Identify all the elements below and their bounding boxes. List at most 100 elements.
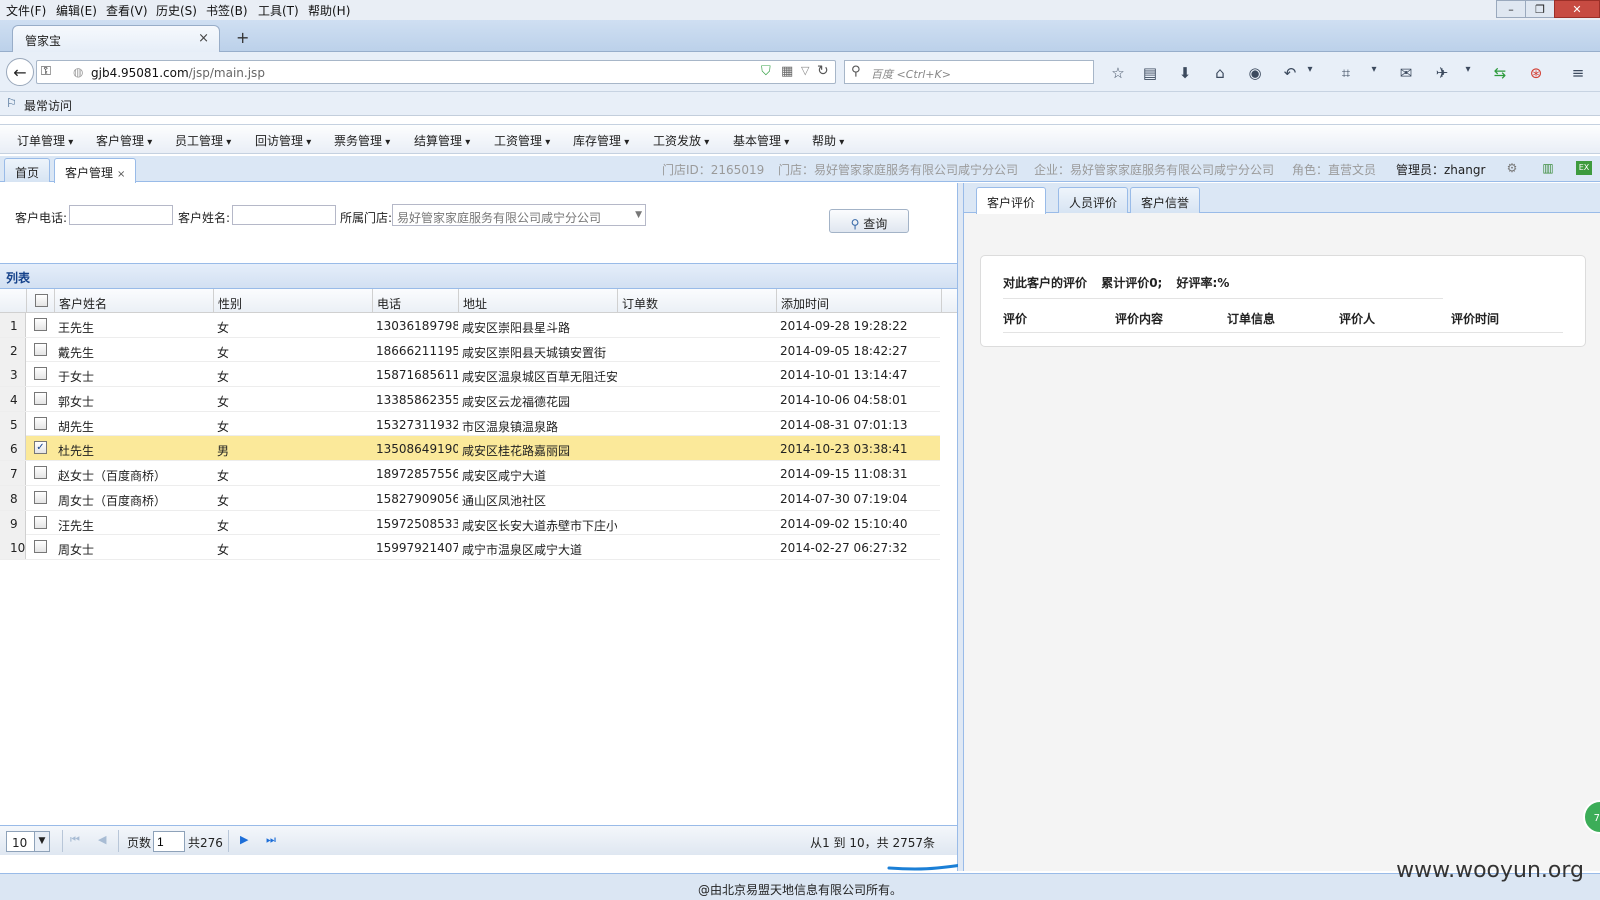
dropdown-icon[interactable]: ▽ [801, 64, 809, 77]
col-address[interactable]: 地址 [458, 289, 617, 313]
evaluation-summary: 对此客户的评价 累计评价0; 好评率:% [1003, 274, 1239, 291]
mouse-gesture-icon[interactable]: ✈ [1432, 64, 1452, 82]
close-tab-icon[interactable]: × [117, 169, 125, 180]
tab-customer-evaluation[interactable]: 客户评价 [976, 187, 1047, 214]
undo-icon[interactable]: ↶ [1280, 64, 1300, 82]
crop-dropdown-icon[interactable]: ▾ [1364, 64, 1384, 75]
close-tab-icon[interactable]: × [198, 31, 209, 46]
home-icon[interactable]: ⌂ [1210, 64, 1230, 82]
query-button[interactable]: ⚲ 查询 [829, 209, 909, 233]
last-page-icon[interactable]: ⏭ [266, 833, 276, 847]
notes-icon[interactable]: ▥ [1540, 161, 1556, 175]
undo-dropdown-icon[interactable]: ▾ [1300, 64, 1320, 75]
addon-icon[interactable]: ⊛ [1526, 64, 1546, 82]
menu-customer-management[interactable]: 客户管理 [96, 132, 152, 149]
tab-home[interactable]: 首页 [4, 158, 51, 182]
table-row[interactable]: 1 王先生 女 13036189798 咸安区崇阳县星斗路 2014-09-28 19:2… [0, 313, 940, 338]
reload-icon[interactable]: ↻ [817, 63, 829, 79]
table-row[interactable]: 5 胡先生 女 15327311932 市区温泉镇温泉路 2014-08-31 07:01… [0, 411, 940, 437]
menu-order-management[interactable]: 订单管理 [17, 132, 73, 149]
table-row[interactable]: 8 周女士（百度商桥） 女 15827909056 通山区凤池社区 2014-07-30 … [0, 485, 940, 511]
reading-list-icon[interactable]: ▤ [1140, 64, 1160, 82]
menu-tools[interactable]: 工具(T) [258, 2, 299, 19]
tab-customer-credit[interactable]: 客户信誉 [1130, 187, 1201, 213]
menu-app-help[interactable]: 帮助 [812, 132, 844, 149]
table-row[interactable]: 3 于女士 女 15871685611 咸安区温泉城区百草无阻迁安 2014-10-01 … [0, 362, 940, 388]
menu-settlement-management[interactable]: 结算管理 [414, 132, 470, 149]
menu-file[interactable]: 文件(F) [6, 2, 46, 19]
menu-payroll-payment[interactable]: 工资发放 [653, 132, 709, 149]
first-page-icon[interactable]: ⏮ [70, 833, 80, 847]
star-icon[interactable]: ☆ [1108, 64, 1128, 82]
menu-staff-management[interactable]: 员工管理 [175, 132, 231, 149]
cell-customer-name: 周女士（百度商桥） [58, 493, 167, 508]
table-row[interactable]: 6 ✓ 杜先生 男 13508649190 咸安区桂花路嘉丽园 2014-10-23 03:… [0, 436, 940, 462]
new-tab-button[interactable]: + [236, 28, 249, 47]
exit-icon[interactable]: EX [1576, 161, 1592, 175]
row-checkbox[interactable]: ✓ [34, 441, 47, 455]
col-customer-name[interactable]: 客户姓名 [54, 289, 213, 313]
table-row[interactable]: 4 郭女士 女 13385862355 咸安区云龙福德花园 2014-10-06 04:5… [0, 387, 940, 412]
gesture-dropdown-icon[interactable]: ▾ [1458, 64, 1478, 75]
customer-name-input[interactable] [232, 205, 336, 225]
hamburger-menu-icon[interactable]: ≡ [1568, 64, 1588, 82]
crop-icon[interactable]: ⌗ [1336, 64, 1356, 82]
menu-bookmarks[interactable]: 书签(B) [206, 2, 248, 19]
back-button[interactable]: ← [6, 58, 34, 86]
shield-icon[interactable]: ⛉ [761, 64, 771, 79]
menu-revisit-management[interactable]: 回访管理 [255, 132, 311, 149]
prev-page-icon[interactable]: ◀ [98, 833, 106, 846]
col-added-time[interactable]: 添加时间 [776, 289, 941, 313]
menu-view[interactable]: 查看(V) [106, 2, 148, 19]
menu-inventory-management[interactable]: 库存管理 [573, 132, 629, 149]
col-gender[interactable]: 性别 [213, 289, 372, 313]
customer-phone-input[interactable] [69, 205, 173, 225]
menu-basic-management[interactable]: 基本管理 [733, 132, 789, 149]
menu-payroll-management[interactable]: 工资管理 [494, 132, 550, 149]
row-checkbox[interactable] [34, 318, 47, 331]
search-bar[interactable]: ⚲ 百度 <Ctrl+K> [844, 60, 1094, 84]
url-bar[interactable]: ⚿ ◍ gjb4.95081.com/jsp/main.jsp ⛉ ▦ ▽ ↻ [36, 60, 836, 84]
row-checkbox[interactable] [34, 416, 47, 430]
download-icon[interactable]: ⬇ [1175, 64, 1195, 82]
panel-splitter[interactable] [958, 183, 964, 871]
menu-edit[interactable]: 编辑(E) [56, 2, 97, 19]
table-row[interactable]: 7 赵女士（百度商桥） 女 18972857556 咸安区咸宁大道 2014-09-15 … [0, 461, 940, 486]
row-checkbox[interactable] [34, 342, 47, 356]
row-checkbox[interactable] [34, 515, 47, 529]
row-checkbox[interactable] [34, 540, 47, 554]
col-phone[interactable]: 电话 [372, 289, 458, 313]
menu-help[interactable]: 帮助(H) [308, 2, 350, 19]
cell-address: 咸安区桂花路嘉丽园 [462, 444, 571, 459]
row-checkbox[interactable] [34, 367, 47, 381]
row-checkbox[interactable] [34, 490, 47, 504]
browser-tab[interactable]: 管家宝 × [12, 25, 220, 52]
table-row[interactable]: 10 周女士 女 15997921407 咸宁市温泉区咸宁大道 2014-02-27 06… [0, 535, 940, 560]
row-checkbox[interactable] [34, 466, 47, 480]
qrcode-icon[interactable]: ▦ [781, 64, 793, 79]
settings-gear-icon[interactable]: ⚙ [1504, 161, 1520, 175]
store-select[interactable]: 易好管家家庭服务有限公司咸宁分公司 ▼ [392, 204, 646, 226]
tab-staff-evaluation[interactable]: 人员评价 [1058, 187, 1129, 213]
bookmark-most-visited[interactable]: 最常访问 [24, 97, 72, 114]
page-number-input[interactable] [153, 831, 185, 852]
chat-icon[interactable]: ◉ [1245, 64, 1265, 82]
select-all-checkbox[interactable] [35, 294, 48, 307]
maximize-button[interactable]: ❐ [1525, 0, 1555, 18]
minimize-button[interactable]: – [1496, 0, 1526, 18]
row-checkbox[interactable] [34, 392, 47, 406]
table-row[interactable]: 9 汪先生 女 15972508533 咸安区长安大道赤壁市下庄小 2014-09-02 … [0, 510, 940, 536]
tab-customer-management[interactable]: 客户管理 × [54, 158, 137, 183]
sync-icon[interactable]: ⇆ [1490, 64, 1510, 82]
bookmarks-bar: ⚐ 最常访问 [0, 92, 1600, 116]
table-row[interactable]: 2 戴先生 女 18666211195 咸安区崇阳县天城镇安置街 2014-09-05 1… [0, 337, 940, 363]
next-page-icon[interactable]: ▶ [240, 833, 248, 846]
row-checkbox-cell [26, 511, 54, 535]
col-order-count[interactable]: 订单数 [617, 289, 776, 313]
page-size-select[interactable]: 10 ▼ [6, 831, 50, 852]
menu-ticket-management[interactable]: 票务管理 [334, 132, 390, 149]
message-icon[interactable]: ✉ [1396, 64, 1416, 82]
select-all-cell [26, 289, 54, 313]
close-window-button[interactable]: ✕ [1554, 0, 1600, 18]
menu-history[interactable]: 历史(S) [156, 2, 197, 19]
